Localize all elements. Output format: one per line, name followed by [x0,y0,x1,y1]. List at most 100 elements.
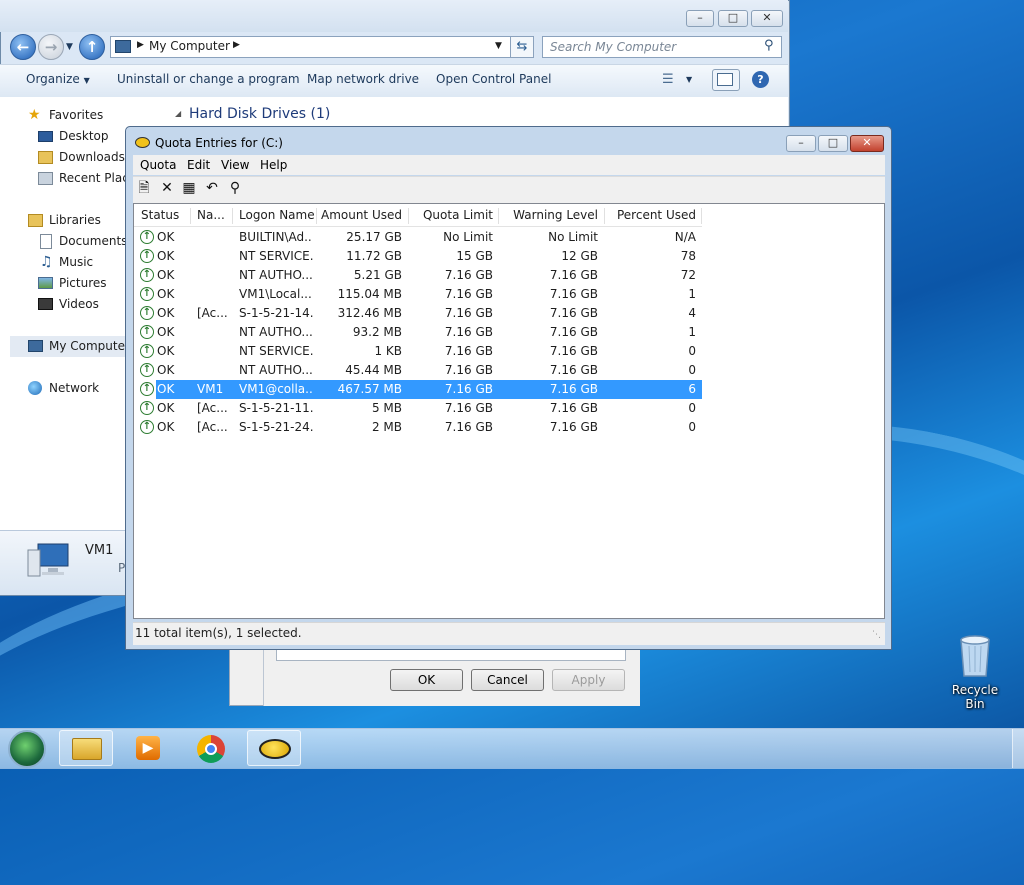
recent-pages-chevron-icon[interactable]: ▼ [66,42,73,52]
help-icon[interactable]: ? [752,71,769,88]
status-text: 11 total item(s), 1 selected. [135,626,302,640]
new-entry-icon[interactable]: 🗎 [136,180,152,196]
forward-button[interactable]: → [38,34,64,60]
map-network-drive-button[interactable]: Map network drive [307,72,419,86]
taskbar-quota-button[interactable] [247,730,301,766]
column-separator [190,208,191,224]
view-options-chevron-icon[interactable]: ▼ [686,75,692,84]
taskbar-explorer-button[interactable] [59,730,113,766]
recent-places-icon [38,172,53,185]
refresh-button[interactable]: ⇆ [510,36,534,58]
cancel-button[interactable]: Cancel [471,669,544,691]
status-ok-icon: ↑ [140,401,154,415]
cell-amount-used: 25.17 GB [346,230,402,244]
recycle-bin-icon[interactable] [957,632,993,678]
column-separator [498,208,499,224]
menu-quota[interactable]: Quota [140,158,176,172]
resize-grip-icon[interactable]: ⋱ [872,630,881,640]
minimize-button[interactable]: – [686,10,714,27]
column-header-name[interactable]: Na... [197,205,225,226]
cell-quota-limit: 7.16 GB [444,325,493,339]
breadcrumb-chevron-icon[interactable]: ▶ [137,40,144,50]
show-desktop-button[interactable] [1012,729,1024,768]
nav-favorites[interactable]: ★ Favorites [0,105,166,126]
uninstall-program-button[interactable]: Uninstall or change a program [117,72,300,86]
cell-amount-used: 312.46 MB [337,306,402,320]
status-ok-icon: ↑ [140,325,154,339]
start-button[interactable] [8,730,46,768]
cell-percent-used: 78 [680,249,696,263]
column-header-percent-used[interactable]: Percent Used [606,205,696,226]
close-button[interactable]: ✕ [751,10,783,27]
cell-amount-used: 45.44 MB [345,363,402,377]
search-input[interactable]: Search My Computer [542,36,782,58]
column-header-quota-limit[interactable]: Quota Limit [410,205,493,226]
cell-name [197,228,231,247]
quota-window-title: Quota Entries for (C:) [155,136,283,150]
column-header-status[interactable]: Status [141,205,179,226]
cell-quota-limit: 7.16 GB [444,287,493,301]
address-dropdown-icon[interactable]: ▼ [495,41,502,51]
ok-button[interactable]: OK [390,669,463,691]
cell-status: OK [157,363,175,377]
address-bar[interactable]: ▶ My Computer ▶ ▼ [110,36,534,58]
organize-button[interactable]: Organize ▼ [26,72,90,86]
quota-close-button[interactable]: ✕ [850,135,884,152]
cell-warning-level: 7.16 GB [549,306,598,320]
cell-logon-name: NT AUTHO... [239,325,313,339]
maximize-button[interactable]: □ [718,10,748,27]
apply-button[interactable]: Apply [552,669,625,691]
taskbar-chrome-button[interactable] [184,730,238,766]
quota-maximize-button[interactable]: □ [818,135,848,152]
organize-label: Organize [26,72,80,86]
details-computer-name: VM1 [85,543,114,558]
column-header-warning-level[interactable]: Warning Level [500,205,598,226]
recycle-bin-label[interactable]: Recycle Bin [944,683,1006,711]
cell-percent-used: 0 [688,401,696,415]
change-view-icon[interactable]: ☰ [662,72,674,87]
cell-quota-limit: 7.16 GB [444,363,493,377]
find-icon[interactable]: ⚲ [227,180,243,196]
properties-icon[interactable]: ▦ [181,180,197,196]
computer-icon [115,40,131,53]
open-control-panel-button[interactable]: Open Control Panel [436,72,551,86]
cell-amount-used: 5.21 GB [353,268,402,282]
delete-entry-icon[interactable]: ✕ [159,180,175,196]
star-icon: ★ [28,107,41,123]
cell-status: OK [157,344,175,358]
cell-name [197,342,231,361]
cell-logon-name: S-1-5-21-14... [239,306,313,320]
undo-icon[interactable]: ↶ [204,180,220,196]
desktop-icon [38,131,53,142]
back-button[interactable]: ← [10,34,36,60]
nav-videos-label: Videos [59,297,99,311]
cell-percent-used: 1 [688,325,696,339]
column-header-logon-name[interactable]: Logon Name [239,205,315,226]
cell-name: [Ac... [197,401,228,415]
cell-name [197,285,231,304]
menu-help[interactable]: Help [260,158,287,172]
breadcrumb-my-computer[interactable]: My Computer [149,39,230,53]
status-ok-icon: ↑ [140,306,154,320]
cell-warning-level: 7.16 GB [549,382,598,396]
column-separator [316,208,317,224]
breadcrumb-chevron-icon[interactable]: ▶ [233,40,240,50]
status-ok-icon: ↑ [140,268,154,282]
column-separator [701,208,702,224]
cell-warning-level: 12 GB [561,249,598,263]
column-header-amount-used[interactable]: Amount Used [318,205,402,226]
videos-icon [38,298,53,310]
cell-logon-name: NT AUTHO... [239,268,313,282]
menu-edit[interactable]: Edit [187,158,210,172]
preview-pane-button[interactable] [712,69,740,91]
cell-quota-limit: 7.16 GB [444,420,493,434]
up-button[interactable]: ↑ [79,34,105,60]
menu-view[interactable]: View [221,158,249,172]
quota-minimize-button[interactable]: – [786,135,816,152]
cell-warning-level: 7.16 GB [549,401,598,415]
cell-percent-used: N/A [674,230,696,244]
hard-disk-drives-header[interactable]: Hard Disk Drives (1) [189,106,330,122]
cell-warning-level: 7.16 GB [549,287,598,301]
taskbar-media-player-button[interactable]: ▶ [121,730,175,766]
group-collapse-icon[interactable]: ◢ [175,109,181,118]
